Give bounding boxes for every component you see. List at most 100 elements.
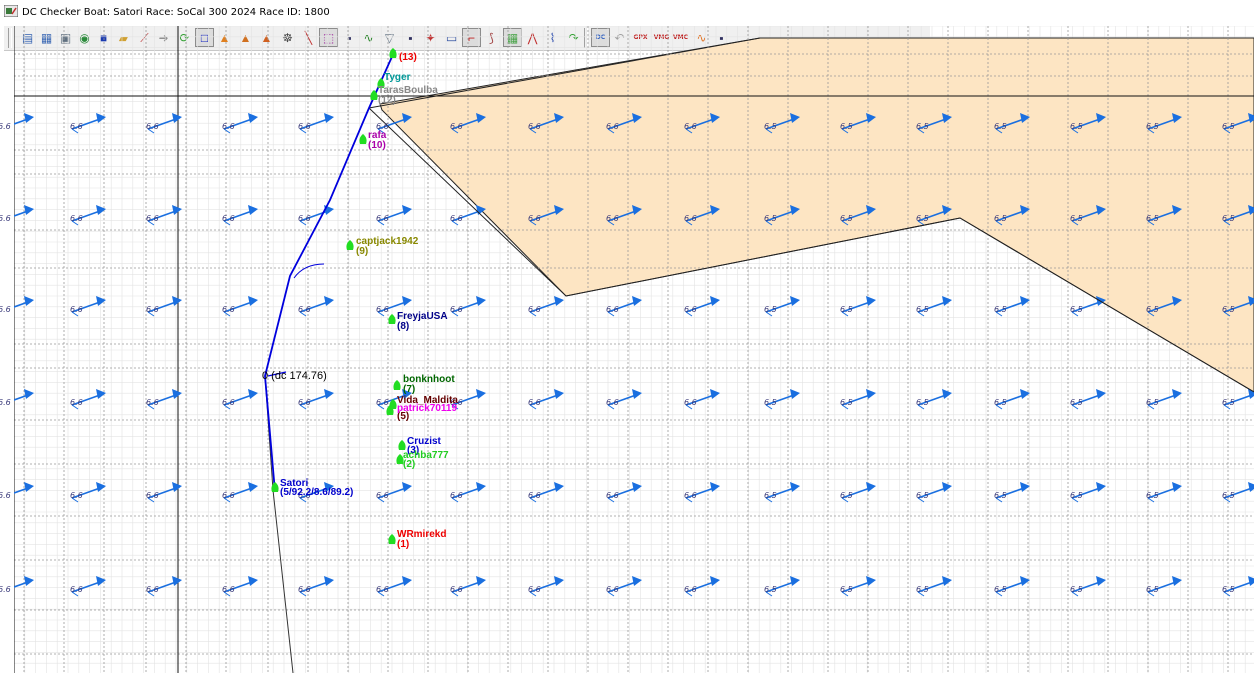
- boat-marker: [359, 134, 367, 144]
- wind-arrow-head: [96, 205, 106, 215]
- wind-speed-label: 6.5: [764, 122, 777, 131]
- wind-speed-label: 6.6: [450, 305, 463, 314]
- wind-speed-label: 6.6: [70, 122, 83, 131]
- wind-arrow-head: [24, 296, 34, 306]
- wind-speed-label: 6.5: [840, 491, 853, 500]
- wind-arrow-head: [248, 205, 258, 215]
- wind-speed-label: 6.5: [764, 398, 777, 407]
- wind-arrow-head: [24, 113, 34, 123]
- wind-arrow-head: [172, 205, 182, 215]
- boat-marker: [388, 314, 396, 324]
- boat-rank-label: (1): [397, 539, 410, 550]
- wind-arrow-head: [96, 576, 106, 586]
- wind-speed-label: 6.6: [222, 491, 235, 500]
- wind-arrow-head: [172, 389, 182, 399]
- wind-speed-label: 6.5: [840, 122, 853, 131]
- boat-marker: [393, 380, 401, 390]
- toolbar-separator: [8, 28, 12, 48]
- wind-speed-label: 6.6: [146, 122, 159, 131]
- wind-speed-label: 6.5: [916, 398, 929, 407]
- wind-speed-label: 6.6: [222, 305, 235, 314]
- wind-speed-label: 6.6: [222, 214, 235, 223]
- land-area: [379, 37, 1254, 393]
- boat-name-label[interactable]: Tyger: [384, 73, 411, 83]
- boat-rank-label: (2): [403, 459, 416, 470]
- race-map[interactable]: 6.6 6.6 6.6 6.6 6.6 6.6 6.6 6.6 6.6 6.6 6.5 6.5 6.5 6…: [0, 26, 1254, 673]
- wind-speed-label: 6.6: [450, 122, 463, 131]
- boat-rank-label: (10): [368, 140, 386, 151]
- wind-speed-label: 6.6: [0, 585, 11, 594]
- wind-arrow-head: [942, 389, 952, 399]
- wind-arrow-head: [172, 576, 182, 586]
- wind-speed-label: 6.6: [146, 491, 159, 500]
- wind-arrow-head: [24, 389, 34, 399]
- wind-speed-label: 6.6: [0, 214, 11, 223]
- wind-speed-label: 6.6: [70, 398, 83, 407]
- boat-marker: [398, 440, 406, 450]
- wind-arrow-head: [1020, 576, 1030, 586]
- wind-speed-label: 6.5: [1070, 585, 1083, 594]
- wind-arrow-head: [554, 576, 564, 586]
- wind-speed-label: 6.5: [994, 122, 1007, 131]
- boat-name-label[interactable]: patrick70119: [397, 404, 457, 414]
- wind-speed-label: 6.5: [1070, 398, 1083, 407]
- wind-speed-label: 6.6: [606, 214, 619, 223]
- boat-marker: [388, 534, 396, 544]
- boat-marker: [389, 48, 397, 58]
- wind-speed-label: 6.5: [916, 305, 929, 314]
- wind-speed-label: 6.6: [684, 214, 697, 223]
- wind-speed-label: 6.6: [376, 491, 389, 500]
- wind-speed-label: 6.6: [0, 491, 11, 500]
- wind-speed-label: 6.5: [1146, 214, 1159, 223]
- wind-speed-label: 6.6: [70, 491, 83, 500]
- wind-arrow-head: [1020, 389, 1030, 399]
- wind-arrow-head: [554, 296, 564, 306]
- wind-speed-label: 6.6: [298, 585, 311, 594]
- wind-speed-label: 6.5: [1222, 491, 1235, 500]
- wind-arrow-head: [324, 296, 334, 306]
- boat-rank-label: (9): [356, 246, 369, 257]
- wind-arrow-head: [402, 576, 412, 586]
- wind-speed-label: 6.5: [1070, 491, 1083, 500]
- boat-rank-label: (5/92.2/8.6/89.2): [280, 487, 354, 498]
- wind-speed-label: 6.6: [70, 214, 83, 223]
- wind-speed-label: 6.5: [764, 214, 777, 223]
- wind-speed-label: 6.6: [528, 491, 541, 500]
- wind-arrow-head: [172, 113, 182, 123]
- wind-speed-label: 6.6: [684, 585, 697, 594]
- wind-speed-label: 6.5: [840, 305, 853, 314]
- wind-speed-label: 6.6: [222, 398, 235, 407]
- wind-arrow-head: [248, 296, 258, 306]
- wind-arrow-head: [96, 389, 106, 399]
- wind-speed-label: 6.6: [606, 305, 619, 314]
- wind-speed-label: 6.6: [450, 214, 463, 223]
- wind-arrow-head: [476, 296, 486, 306]
- wind-speed-label: 6.6: [0, 305, 11, 314]
- wind-arrow-head: [710, 576, 720, 586]
- wind-speed-label: 6.5: [1146, 305, 1159, 314]
- wind-speed-label: 6.5: [840, 398, 853, 407]
- wind-speed-label: 6.6: [528, 122, 541, 131]
- wind-speed-label: 6.5: [1146, 491, 1159, 500]
- wind-arrow-head: [1020, 296, 1030, 306]
- wind-arrow-head: [24, 576, 34, 586]
- wind-speed-label: 6.5: [994, 305, 1007, 314]
- map-canvas[interactable]: [14, 26, 1254, 673]
- wind-arrow-head: [324, 389, 334, 399]
- boat-name-label[interactable]: (13): [399, 53, 417, 63]
- wind-speed-label: 6.5: [1070, 214, 1083, 223]
- wind-speed-label: 6.5: [1222, 122, 1235, 131]
- wind-arrow-head: [324, 113, 334, 123]
- window-title-bar: DC Checker Boat: Satori Race: SoCal 300 …: [0, 0, 1254, 26]
- wind-arrow-head: [942, 296, 952, 306]
- wind-speed-label: 6.6: [0, 122, 11, 131]
- wind-arrow-head: [942, 576, 952, 586]
- wind-speed-label: 6.5: [1222, 214, 1235, 223]
- wind-speed-label: 6.5: [916, 585, 929, 594]
- route-wind-marker: [293, 263, 325, 279]
- wind-speed-label: 6.5: [1222, 398, 1235, 407]
- wind-speed-label: 6.6: [684, 398, 697, 407]
- wind-speed-label: 6.6: [606, 585, 619, 594]
- boat-rank-label: (12): [378, 95, 396, 106]
- app-icon: [4, 5, 18, 17]
